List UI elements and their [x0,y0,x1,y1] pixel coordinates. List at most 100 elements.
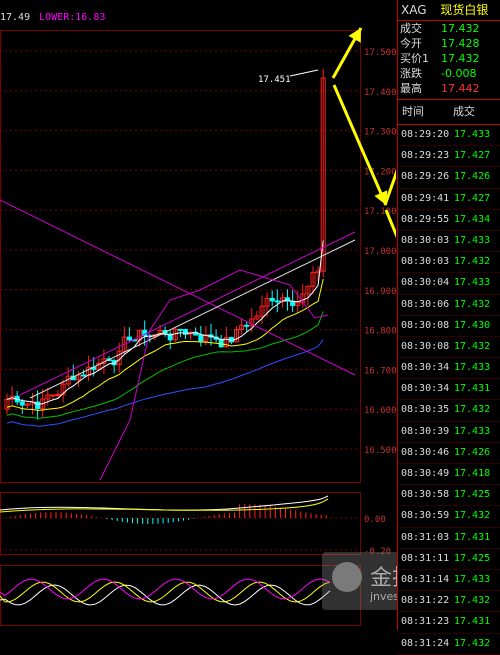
price-tick-label: 17.000 [364,247,396,257]
tick-price: 17.425 [454,489,491,501]
kdj-line [0,581,331,603]
tick-time: 08:30:58 [401,489,450,501]
candle-body [218,338,224,348]
peak-leader-line [289,69,319,77]
candle-body [24,403,30,406]
price-tick-label: 17.300 [364,128,396,138]
price-tick-label: 16.900 [364,287,396,297]
candle-body [198,334,204,342]
tick-time: 08:31:22 [401,595,450,607]
tick-time: 08:29:26 [401,171,450,183]
trendline-up [19,231,356,396]
candle-body [177,328,183,331]
candle-body [269,297,275,302]
quote-row-value: 17.432 [441,52,480,65]
macd-tick-label: 0.00 [364,515,386,525]
tick-row: 08:29:55 17.434 [398,210,500,231]
candle-body [19,401,25,406]
candle-body [35,401,41,409]
tick-time: 08:30:03 [401,256,450,268]
symbol-code: XAG [401,3,427,17]
tick-row: 08:30:08 17.432 [398,337,500,359]
tick-row: 08:30:58 17.425 [398,485,500,507]
tick-row: 08:30:34 17.433 [398,358,500,380]
tick-price: 17.431 [454,531,491,543]
tick-price: 17.425 [454,552,491,564]
tick-row: 08:30:35 17.432 [398,400,500,422]
price-tick-label: 17.400 [364,88,396,98]
tick-row: 08:30:03 17.433 [398,231,500,253]
tick-time: 08:31:11 [401,552,450,564]
tick-time: 08:30:34 [401,383,450,395]
candle-body [244,324,250,327]
price-tick-label: 16.800 [364,327,396,337]
kline-chart-area[interactable]: 17.500 17.400 17.300 17.200 17.100 17.000 16.9… [0,0,452,630]
quote-row-value: 17.428 [441,37,480,50]
tick-row: 08:30:34 17.431 [398,379,500,401]
tick-price: 17.433 [454,277,491,289]
quote-header[interactable]: XAG 现货白银 [398,0,500,21]
tick-row: 08:30:46 17.426 [398,443,500,464]
tick-time: 08:30:08 [401,340,450,352]
tick-price: 17.431 [454,383,491,395]
tick-row: 08:30:49 17.418 [398,464,500,486]
trendline-down [0,199,356,376]
tick-price: 17.432 [454,595,491,607]
candle-body [126,336,132,341]
candle-body [50,394,56,397]
tick-time: 08:31:24 [401,637,450,649]
tick-row: 08:30:39 17.433 [398,422,500,443]
price-tick-label: 16.500 [364,446,396,456]
tick-time: 08:30:35 [401,404,450,416]
peak-price-label: 17.451 [258,75,291,85]
candle-body [81,374,86,377]
tick-row: 08:31:11 17.425 [398,549,500,570]
candle-body [274,300,280,303]
symbol-name: 现货白银 [440,3,489,17]
chart-canvas: 17.50017.40017.30017.20017.10017.00016.9… [0,27,450,626]
ticks-header-time: 时间 [402,105,424,118]
tick-row: 08:31:14 17.433 [398,570,500,592]
tick-price: 17.432 [454,340,491,352]
tick-time: 08:29:23 [401,150,450,162]
tick-price: 17.433 [454,573,491,585]
tick-time: 08:31:23 [401,616,450,628]
moving-average-line [6,339,324,427]
tick-price: 17.431 [454,616,491,628]
tick-price: 17.426 [454,171,491,183]
quote-row: 涨跌 -0.008 [398,66,500,81]
quote-row-label: 买价1 [400,52,429,65]
arrow-up-2 [383,91,427,206]
tick-price: 17.427 [454,192,491,204]
boll-lower-value: LOWER:16.83 [39,12,106,23]
tick-time: 08:30:06 [401,298,450,310]
tick-price: 17.432 [454,637,491,649]
ticks-header: 时间 成交 [398,99,500,125]
tick-time: 08:30:08 [401,319,450,331]
boll-mid-value: 17.49 [0,12,31,23]
tick-row: 08:31:22 17.432 [398,591,500,613]
tick-time: 08:29:20 [401,129,450,140]
tick-price: 17.432 [454,298,491,310]
tick-row: 08:31:24 17.432 [398,634,500,655]
quote-row: 成交 17.432 [398,21,500,36]
quote-row: 买价1 17.432 [398,51,500,66]
tick-price: 17.433 [454,362,491,374]
tick-time: 08:31:14 [401,573,450,585]
quote-row-label: 涨跌 [400,67,422,80]
tick-price: 17.433 [454,129,491,140]
price-tick-label: 16.700 [364,366,396,376]
tick-row: 08:29:23 17.427 [398,146,500,168]
macd-dea-line [0,498,329,513]
boll-indicator-bar: 17.49 LOWER:16.83 [0,12,105,26]
tick-list[interactable]: 08:29:20 17.433 08:29:23 17.427 08:29:26 17.4… [398,125,500,655]
tick-price: 17.418 [454,468,491,479]
quote-row-value: -0.008 [441,67,477,80]
tick-price: 17.426 [454,446,491,458]
quote-summary: 成交 17.432 今开 17.428 买价1 17.432 涨跌 -0.008 最高 17.44… [398,21,500,96]
moving-average-line [6,278,324,411]
tick-row: 08:30:06 17.432 [398,295,500,316]
tick-time: 08:30:46 [401,446,450,458]
quote-row: 今开 17.428 [398,36,500,51]
tick-time: 08:30:34 [401,362,450,374]
